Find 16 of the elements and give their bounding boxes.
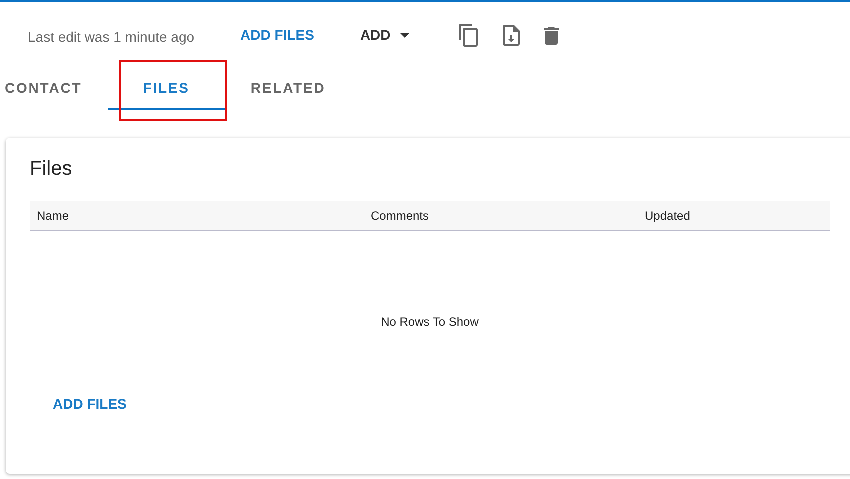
tab[interactable]: FILES: [108, 68, 225, 110]
add-files-button[interactable]: ADD FILES: [240, 27, 314, 43]
add-dropdown-button[interactable]: ADD: [360, 27, 410, 43]
caret-icon: [400, 32, 410, 38]
tab[interactable]: CONTACT: [0, 68, 108, 110]
column-header: Updated: [645, 208, 690, 222]
card-title: Files: [30, 158, 72, 181]
file-download-icon[interactable]: [502, 24, 520, 46]
add-files-button[interactable]: ADD FILES: [53, 396, 127, 412]
copy-icon[interactable]: [458, 24, 479, 46]
delete-icon[interactable]: [544, 26, 559, 44]
column-header: Name: [37, 208, 70, 222]
last-edit-text: Last edit was 1 minute ago: [28, 29, 195, 45]
empty-message: No Rows To Show: [381, 315, 479, 329]
tab[interactable]: RELATED: [224, 68, 352, 110]
column-header: Comments: [371, 208, 430, 222]
